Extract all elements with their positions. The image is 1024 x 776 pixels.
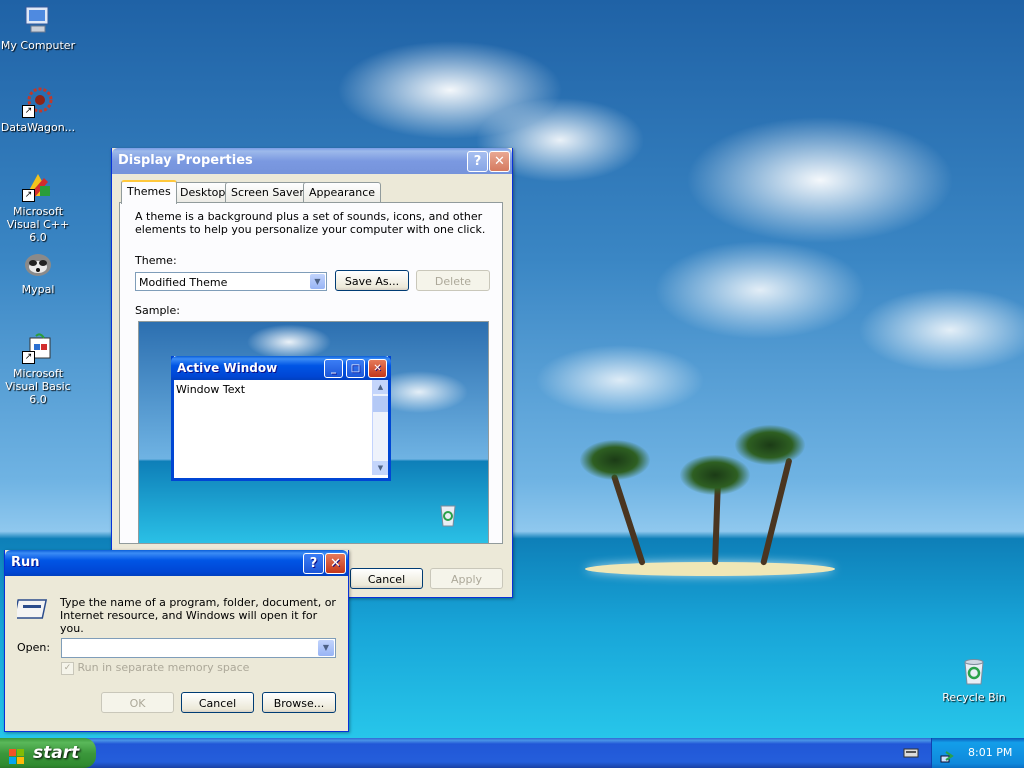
save-as-button[interactable]: Save As...: [335, 270, 409, 291]
theme-sample-preview: Active Window _ □ ✕ Window Text ▲ ▼: [138, 321, 489, 544]
shortcut-arrow-icon: ↗: [22, 189, 35, 202]
datawagon-icon: ↗: [22, 86, 54, 118]
tab-screen-saver[interactable]: Screen Saver: [225, 182, 310, 202]
desktop-icon-label: Microsoft Visual Basic 6.0: [5, 367, 71, 406]
palm-trunk: [610, 473, 646, 566]
sample-titlebar: Active Window _ □ ✕: [171, 356, 391, 380]
open-label: Open:: [17, 641, 51, 654]
apply-button[interactable]: Apply: [430, 568, 503, 589]
themes-tab-panel: A theme is a background plus a set of so…: [119, 202, 503, 544]
sample-active-window: Active Window _ □ ✕ Window Text ▲ ▼: [171, 356, 391, 481]
chevron-down-icon[interactable]: ▼: [310, 274, 325, 289]
start-button[interactable]: start: [0, 738, 96, 768]
close-button[interactable]: ✕: [325, 553, 346, 574]
palm-trunk: [760, 457, 793, 566]
chevron-down-icon[interactable]: ▼: [318, 640, 334, 656]
recycle-bin-icon: [958, 656, 990, 688]
keyboard-icon[interactable]: [903, 746, 919, 760]
clock[interactable]: 8:01 PM: [968, 738, 1012, 768]
my-computer-icon: [22, 4, 54, 36]
close-icon: ✕: [368, 359, 387, 378]
desktop-icon-datawagon[interactable]: ↗ DataWagon...: [0, 86, 76, 134]
theme-label: Theme:: [135, 254, 177, 267]
scroll-thumb: [373, 396, 388, 412]
run-icon: [13, 596, 49, 622]
desktop-icon-label: Recycle Bin: [942, 691, 1006, 704]
run-dialog-titlebar[interactable]: Run ? ✕: [5, 550, 348, 576]
desktop-icon-mypal[interactable]: Mypal: [0, 248, 76, 296]
palm-fronds: [735, 425, 805, 465]
network-icon[interactable]: [940, 746, 954, 763]
palm-fronds: [580, 440, 650, 480]
display-properties-titlebar[interactable]: Display Properties ? ✕: [112, 148, 512, 174]
system-tray: 8:01 PM: [931, 738, 1024, 768]
separate-memory-checkbox-row[interactable]: ✓ Run in separate memory space: [61, 661, 249, 675]
help-button[interactable]: ?: [467, 151, 488, 172]
scroll-up-icon: ▲: [373, 380, 388, 394]
sample-label: Sample:: [135, 304, 180, 317]
themes-description: A theme is a background plus a set of so…: [135, 210, 486, 236]
desktop-icon-label: Microsoft Visual C++ 6.0: [6, 205, 70, 244]
tab-desktop[interactable]: Desktop: [174, 182, 232, 202]
mypal-icon: [22, 248, 54, 280]
desktop-icon-label: My Computer: [0, 39, 76, 52]
close-button[interactable]: ✕: [489, 151, 510, 172]
display-properties-window: Display Properties ? ✕ Themes Desktop Sc…: [111, 148, 513, 598]
browse-button[interactable]: Browse...: [262, 692, 336, 713]
desktop-icon-visual-cpp[interactable]: ↗ Microsoft Visual C++ 6.0: [0, 170, 76, 244]
checkbox-checked-icon[interactable]: ✓: [61, 661, 74, 675]
sample-window-text: Window Text: [176, 383, 246, 396]
open-input[interactable]: ▼: [61, 638, 336, 658]
shortcut-arrow-icon: ↗: [22, 105, 35, 118]
window-title: Display Properties: [118, 153, 253, 168]
theme-select-value: Modified Theme: [139, 276, 228, 289]
island: [585, 562, 835, 576]
palm-fronds: [680, 455, 750, 495]
window-title: Run: [11, 555, 40, 570]
taskbar: start 8:01 PM: [0, 738, 1024, 768]
windows-logo-icon: [9, 745, 25, 764]
start-label: start: [33, 743, 80, 763]
sample-recycle-bin-icon: [437, 502, 459, 528]
theme-select[interactable]: Modified Theme ▼: [135, 272, 327, 291]
help-button[interactable]: ?: [303, 553, 324, 574]
checkbox-label: Run in separate memory space: [77, 661, 250, 674]
cancel-button[interactable]: Cancel: [350, 568, 423, 589]
ok-button[interactable]: OK: [101, 692, 174, 713]
sample-scrollbar: ▲ ▼: [372, 380, 388, 475]
minimize-icon: _: [324, 359, 343, 378]
desktop-icon-my-computer[interactable]: My Computer: [0, 4, 76, 52]
scroll-down-icon: ▼: [373, 461, 388, 475]
delete-button[interactable]: Delete: [416, 270, 490, 291]
desktop-icon-recycle-bin[interactable]: Recycle Bin: [936, 656, 1012, 704]
sample-window-title: Active Window: [177, 361, 278, 375]
desktop-icon-label: Mypal: [21, 283, 55, 296]
run-dialog: Run ? ✕ Type the name of a program, fold…: [4, 550, 349, 732]
cancel-button[interactable]: Cancel: [181, 692, 254, 713]
visual-cpp-icon: ↗: [22, 170, 54, 202]
desktop-icon-label: DataWagon...: [0, 121, 76, 134]
maximize-icon: □: [346, 359, 365, 378]
run-description: Type the name of a program, folder, docu…: [60, 596, 336, 635]
tab-appearance[interactable]: Appearance: [303, 182, 382, 202]
visual-basic-icon: ↗: [22, 332, 54, 364]
tab-themes[interactable]: Themes: [121, 180, 177, 204]
desktop-icon-visual-basic[interactable]: ↗ Microsoft Visual Basic 6.0: [0, 332, 76, 406]
shortcut-arrow-icon: ↗: [22, 351, 35, 364]
